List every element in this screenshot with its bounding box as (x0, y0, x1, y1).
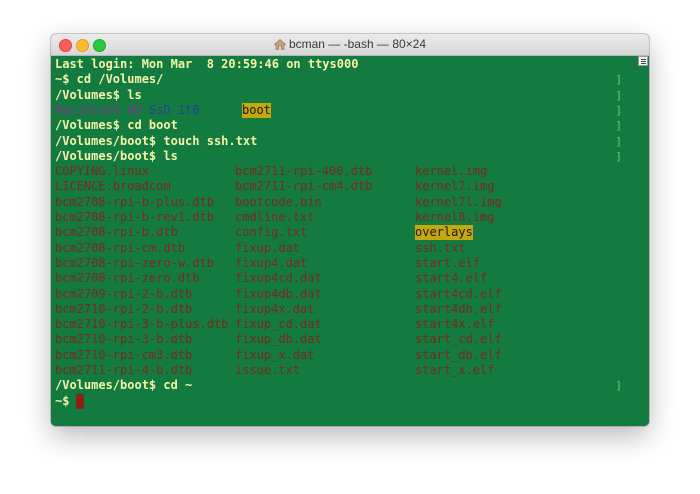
file-item: fixup_db.dat (235, 332, 322, 347)
line-marker: ] (615, 149, 622, 163)
file-item: bootcode.bin (235, 194, 322, 209)
file-item: start4db.elf (415, 301, 502, 316)
login-line: Last login: Mon Mar 8 20:59:46 on ttys00… (55, 57, 359, 71)
file-item: kernel.img (415, 164, 488, 179)
file-item: fixup4cd.dat (235, 271, 322, 286)
file-item: COPYING.linux (55, 164, 149, 179)
file-item: start.elf (415, 255, 481, 270)
command-line: /Volumes$ cd boot (55, 118, 178, 133)
file-item: ssh.txt (415, 240, 466, 255)
line-marker: ] (615, 119, 622, 133)
file-item: bcm2710-rpi-3-b.dtb (55, 332, 193, 347)
file-item: kernel8.img (415, 210, 495, 224)
file-item: kernel7.img (415, 179, 495, 194)
line-marker: ] (615, 134, 622, 148)
command-line: /Volumes/boot$ cd ~ (55, 378, 193, 393)
file-item: bcm2708-rpi-zero.dtb (55, 271, 200, 286)
line-marker: ] (615, 88, 622, 102)
file-item: fixup4x.dat (235, 301, 315, 316)
file-item: bcm2710-rpi-2-b.dtb (55, 301, 193, 316)
file-item: fixup4db.dat (235, 286, 322, 301)
file-item: bcm2708-rpi-cm.dtb (55, 240, 186, 255)
file-item: bcm2710-rpi-cm3.dtb (55, 347, 193, 362)
file-item: fixup.dat (235, 240, 301, 255)
terminal-window: bcman — -bash — 80×24 Last login: Mon Ma… (51, 34, 649, 426)
file-item: LICENCE.broadcom (55, 179, 171, 194)
volume-item: boot (242, 102, 271, 118)
split-pane-icon[interactable] (638, 56, 648, 66)
file-item: start4x.elf (415, 317, 495, 332)
command-line: /Volumes$ ls (55, 87, 142, 102)
file-item: fixup4.dat (235, 255, 308, 270)
title-bar[interactable]: bcman — -bash — 80×24 (51, 34, 649, 56)
file-item: config.txt (235, 225, 308, 240)
file-item: fixup_cd.dat (235, 317, 322, 332)
volume-item: Macintosh HD (55, 102, 142, 117)
window-title: bcman — -bash — 80×24 (288, 37, 427, 51)
prompt-line: ~$ (55, 393, 77, 408)
file-item: kernel7l.img (415, 194, 502, 209)
volume-item: SsD 1tB (149, 102, 200, 117)
line-marker: ] (615, 379, 622, 393)
file-item: start_db.elf (415, 347, 502, 362)
file-item: overlays (415, 225, 473, 241)
file-item: bcm2708-rpi-b-rev1.dtb (55, 210, 214, 224)
house-icon (273, 39, 287, 53)
line-marker: ] (615, 73, 622, 87)
file-item: bcm2708-rpi-b.dtb (55, 225, 178, 240)
scrollbar-track[interactable] (637, 56, 649, 426)
file-item: issue.txt (235, 363, 301, 377)
file-item: start4.elf (415, 271, 488, 286)
file-item: bcm2709-rpi-2-b.dtb (55, 286, 193, 301)
text-cursor (76, 393, 84, 409)
file-item: fixup_x.dat (235, 347, 315, 362)
line-marker: ] (615, 103, 622, 117)
file-item: bcm2708-rpi-zero-w.dtb (55, 255, 214, 270)
file-item: bcm2711-rpi-cm4.dtb (235, 179, 373, 194)
file-item: bcm2708-rpi-b-plus.dtb (55, 194, 214, 209)
file-item: start_x.elf (415, 363, 495, 377)
file-item: bcm2711-rpi-400.dtb (235, 164, 373, 179)
window-title-area: bcman — -bash — 80×24 (51, 37, 649, 53)
command-line: ~$ cd /Volumes/ (55, 72, 164, 87)
file-item: bcm2711-rpi-4-b.dtb (55, 363, 193, 377)
command-line: /Volumes/boot$ ls (55, 148, 178, 163)
terminal-output[interactable]: Last login: Mon Mar 8 20:59:46 on ttys00… (51, 56, 637, 426)
command-line: /Volumes/boot$ touch ssh.txt (55, 133, 258, 148)
file-item: bcm2710-rpi-3-b-plus.dtb (55, 317, 229, 332)
file-item: cmdline.txt (235, 210, 315, 224)
file-item: start_cd.elf (415, 332, 502, 347)
file-item: start4cd.elf (415, 286, 502, 301)
